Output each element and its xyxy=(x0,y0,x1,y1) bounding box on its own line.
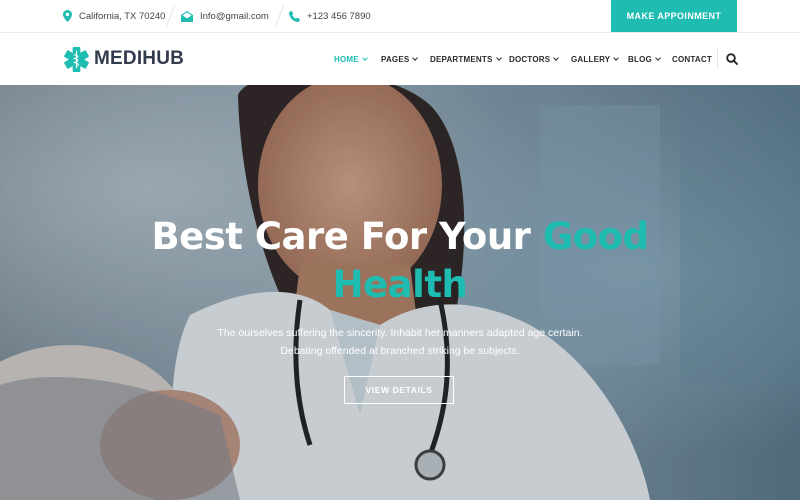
nav-item-label: PAGES xyxy=(381,54,410,64)
hero-title: Best Care For Your Good Health xyxy=(0,213,800,309)
email-info[interactable]: Info@gmail.com xyxy=(181,0,269,32)
hero-section: Best Care For Your Good Health The ourse… xyxy=(0,85,800,500)
top-info-bar: California, TX 70240 Info@gmail.com +123… xyxy=(0,0,800,33)
envelope-open-icon xyxy=(181,10,193,22)
map-pin-icon xyxy=(63,10,72,22)
view-details-button[interactable]: VIEW DETAILS xyxy=(344,376,454,404)
nav-item-label: CONTACT xyxy=(672,54,712,64)
nav-item-label: DOCTORS xyxy=(509,54,551,64)
nav-item-label: BLOG xyxy=(628,54,652,64)
hero-subtitle-line-1: The ourselves suffering the sincerity. I… xyxy=(217,327,583,339)
chevron-down-icon xyxy=(553,54,560,61)
nav-item-home[interactable]: HOME xyxy=(334,33,368,85)
medical-star-icon xyxy=(64,46,89,72)
nav-item-contact[interactable]: CONTACT xyxy=(672,33,712,85)
nav-item-blog[interactable]: BLOG xyxy=(628,33,661,85)
chevron-down-icon xyxy=(412,54,419,61)
hero-subtitle: The ourselves suffering the sincerity. I… xyxy=(0,324,800,360)
nav-item-pages[interactable]: PAGES xyxy=(381,33,419,85)
email-text[interactable]: Info@gmail.com xyxy=(200,11,269,22)
hero-title-accent: Good xyxy=(542,215,649,258)
nav-item-doctors[interactable]: DOCTORS xyxy=(509,33,560,85)
chevron-down-icon xyxy=(361,54,368,61)
nav-item-label: DEPARTMENTS xyxy=(430,54,493,64)
search-icon[interactable] xyxy=(726,53,738,65)
hero-title-line-1: Best Care For Your Good xyxy=(0,213,800,261)
chevron-down-icon xyxy=(655,54,661,61)
nav-item-gallery[interactable]: GALLERY xyxy=(571,33,620,85)
brand-name: MEDIHUB xyxy=(94,48,185,69)
phone-icon xyxy=(289,10,300,22)
site-logo[interactable]: MEDIHUB xyxy=(63,44,184,74)
separator xyxy=(274,4,285,28)
nav-item-departments[interactable]: DEPARTMENTS xyxy=(430,33,502,85)
nav-item-label: GALLERY xyxy=(571,54,611,64)
hero-title-line-2: Health xyxy=(332,263,468,306)
main-header: MEDIHUB HOME PAGES DEPARTMENTS DOCTORS G… xyxy=(0,33,800,85)
hero-subtitle-line-2: Debating offended at branched striking b… xyxy=(280,345,520,357)
phone-info[interactable]: +123 456 7890 xyxy=(289,0,371,32)
address-info: California, TX 70240 xyxy=(63,0,165,32)
make-appointment-button[interactable]: MAKE APPOINMENT xyxy=(611,0,737,32)
phone-text[interactable]: +123 456 7890 xyxy=(307,11,371,22)
address-text: California, TX 70240 xyxy=(79,10,166,22)
chevron-down-icon xyxy=(495,54,502,61)
chevron-down-icon xyxy=(613,54,620,61)
hero-title-main: Best Care For Your xyxy=(151,215,543,258)
nav-divider xyxy=(717,49,718,69)
nav-item-label: HOME xyxy=(334,54,359,64)
separator xyxy=(165,4,176,28)
